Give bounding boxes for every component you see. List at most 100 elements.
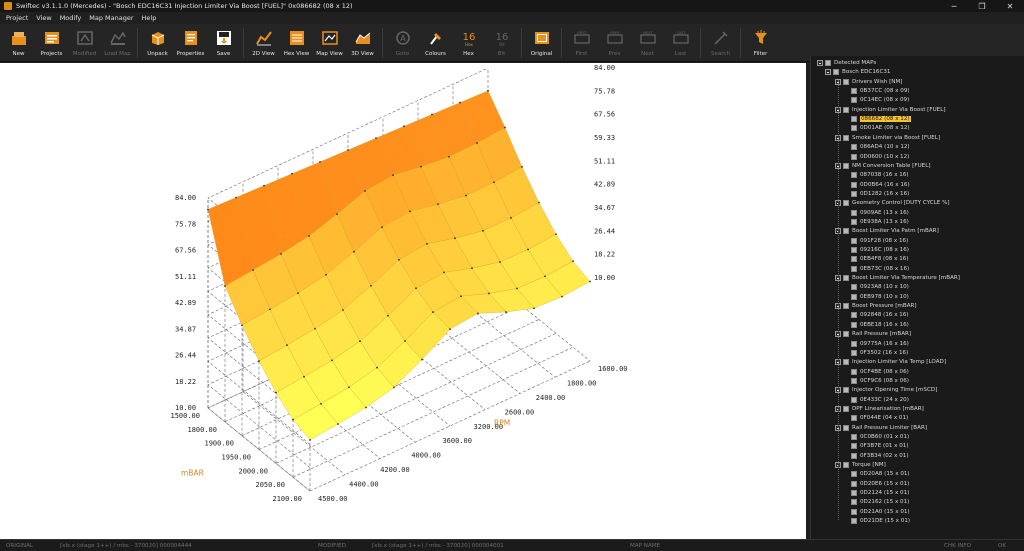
checkbox-icon[interactable] <box>851 172 857 179</box>
colours-button[interactable]: Colours <box>419 24 452 62</box>
checkbox-icon[interactable] <box>843 303 849 310</box>
mbar-tick-label: 1950.00 <box>221 454 251 462</box>
tree-label: 0D0600 (10 x 12) <box>860 153 910 160</box>
close-button[interactable]: ✕ <box>996 0 1024 12</box>
checkbox-icon[interactable] <box>851 508 857 515</box>
checkbox-icon[interactable] <box>851 471 857 478</box>
3d-view-button[interactable]: 3D View <box>346 24 379 62</box>
checkbox-icon[interactable] <box>843 405 849 412</box>
filter-button[interactable]: Filter <box>744 24 777 62</box>
bit-button[interactable]: 16 Bit Bit <box>485 24 518 62</box>
checkbox-icon[interactable] <box>851 181 857 188</box>
checkbox-icon[interactable] <box>851 237 857 244</box>
menu-project[interactable]: Project <box>6 14 28 22</box>
tree-connector <box>838 80 839 520</box>
checkbox-icon[interactable] <box>843 134 849 141</box>
properties-button[interactable]: Properties <box>174 24 207 62</box>
checkbox-icon[interactable] <box>851 499 857 506</box>
checkbox-icon[interactable] <box>843 275 849 282</box>
svg-text:Hex: Hex <box>465 42 473 47</box>
prev-button[interactable]: PREV Prev <box>598 24 631 62</box>
checkbox-icon[interactable] <box>851 265 857 272</box>
checkbox-icon[interactable] <box>843 162 849 169</box>
collapse-icon[interactable] <box>825 69 831 76</box>
checkbox-icon[interactable] <box>851 480 857 487</box>
load-map-button[interactable]: Load Map <box>101 24 134 62</box>
checkbox-icon[interactable] <box>843 78 849 85</box>
toolbar-label: Properties <box>176 51 205 57</box>
checkbox-icon[interactable] <box>843 387 849 394</box>
map-3d-view[interactable]: 84.00 75.78 67.56 51.11 42.89 34.87 26.44 18.22… <box>0 63 806 539</box>
checkbox-icon[interactable] <box>843 228 849 235</box>
checkbox-icon[interactable] <box>851 144 857 151</box>
surface-chart[interactable]: 84.00 75.78 67.56 51.11 42.89 34.87 26.44 18.22… <box>0 63 806 539</box>
checkbox-icon[interactable] <box>851 340 857 347</box>
map-view-button[interactable]: Map View <box>313 24 346 62</box>
last-button[interactable]: LAST Last <box>664 24 697 62</box>
next-button[interactable]: NEXT Next <box>631 24 664 62</box>
2d-view-button[interactable]: 2D View <box>247 24 280 62</box>
checkbox-icon[interactable] <box>851 153 857 160</box>
checkbox-icon[interactable] <box>851 312 857 319</box>
checkbox-icon[interactable] <box>851 349 857 356</box>
goto-button[interactable]: A Goto <box>386 24 419 62</box>
checkbox-icon[interactable] <box>851 247 857 253</box>
checkbox-icon[interactable] <box>843 331 849 338</box>
mbar-tick-label: 2050.00 <box>255 481 285 489</box>
modified-button[interactable]: Modified <box>68 24 101 62</box>
tree-label: 0B37CC (08 x 09) <box>860 88 910 95</box>
minimize-button[interactable]: ─ <box>940 0 968 12</box>
surface-point <box>393 386 395 389</box>
checkbox-icon[interactable] <box>851 256 857 263</box>
checkbox-icon[interactable] <box>851 377 857 384</box>
surface-point <box>314 327 316 330</box>
checkbox-icon[interactable] <box>851 97 857 104</box>
checkbox-icon[interactable] <box>851 125 857 132</box>
checkbox-icon[interactable] <box>851 116 857 123</box>
checkbox-icon[interactable] <box>843 424 849 431</box>
hex-view-button[interactable]: Hex View <box>280 24 313 62</box>
tree-label: 0EB4F8 (08 x 16) <box>860 256 909 263</box>
checkbox-icon[interactable] <box>843 106 849 113</box>
search-button[interactable]: Search <box>704 24 737 62</box>
save-button[interactable]: Save <box>207 24 240 62</box>
checkbox-icon[interactable] <box>833 69 839 76</box>
checkbox-icon[interactable] <box>851 293 857 300</box>
unpack-button[interactable]: Unpack <box>141 24 174 62</box>
checkbox-icon[interactable] <box>851 518 857 525</box>
checkbox-icon[interactable] <box>851 443 857 450</box>
checkbox-icon[interactable] <box>851 396 857 403</box>
checkbox-icon[interactable] <box>851 434 857 440</box>
maximize-button[interactable]: ❐ <box>968 0 996 12</box>
checkbox-icon[interactable] <box>851 490 857 497</box>
collapse-icon[interactable] <box>817 60 823 66</box>
new-button[interactable]: New <box>2 24 35 62</box>
checkbox-icon[interactable] <box>851 415 857 422</box>
checkbox-icon[interactable] <box>851 209 857 216</box>
rpm-tick-label: 4500.00 <box>318 495 348 503</box>
menu-map-manager[interactable]: Map Manager <box>89 14 133 22</box>
checkbox-icon[interactable] <box>851 368 857 375</box>
checkbox-icon[interactable] <box>843 359 849 366</box>
checkbox-icon[interactable] <box>851 218 857 225</box>
checkbox-icon[interactable] <box>851 284 857 291</box>
checkbox-icon[interactable] <box>851 190 857 197</box>
z-tick-label-right: 42.89 <box>594 181 615 189</box>
tree-map-item[interactable]: 0D21DE (15 x 01) <box>851 516 910 526</box>
hex-button[interactable]: 16 Hex Hex <box>452 24 485 62</box>
original-button[interactable]: Original <box>525 24 558 62</box>
tree-label: 0C0B60 (01 x 01) <box>860 434 910 440</box>
checkbox-icon[interactable] <box>851 452 857 459</box>
checkbox-icon[interactable] <box>843 462 849 469</box>
first-button[interactable]: FIRST First <box>565 24 598 62</box>
checkbox-icon[interactable] <box>851 321 857 328</box>
menu-help[interactable]: Help <box>142 14 157 22</box>
checkbox-icon[interactable] <box>825 60 831 66</box>
menu-modify[interactable]: Modify <box>60 14 82 22</box>
menu-view[interactable]: View <box>36 14 51 22</box>
projects-button[interactable]: Projects <box>35 24 68 62</box>
surface-point <box>375 137 377 140</box>
tree-label: Bosch EDC16C31 <box>842 69 891 76</box>
checkbox-icon[interactable] <box>851 88 857 95</box>
checkbox-icon[interactable] <box>843 200 849 207</box>
